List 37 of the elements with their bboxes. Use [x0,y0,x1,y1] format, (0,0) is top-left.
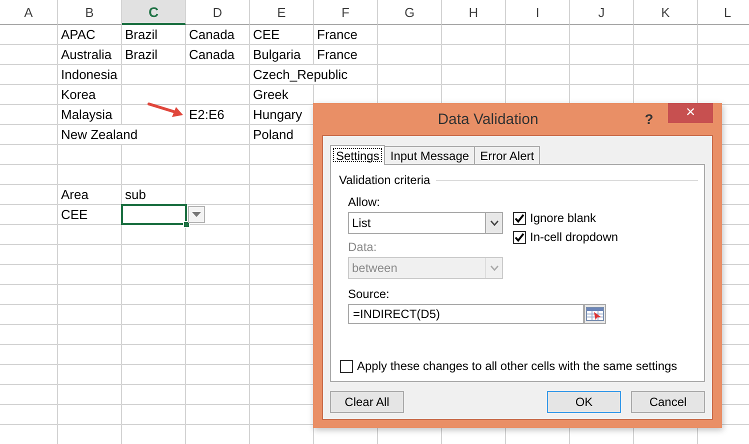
column-header[interactable]: J [570,0,634,25]
column-header[interactable]: L [698,0,749,25]
field-label: Allow: [348,195,382,209]
column-header[interactable]: H [442,0,506,25]
checkbox[interactable] [513,230,526,244]
tab[interactable]: Settings [330,145,386,165]
column-header[interactable]: K [634,0,698,25]
allow-dropdown[interactable]: List [348,212,503,234]
field-label: Source: [348,287,390,301]
help-button[interactable]: ? [634,111,664,127]
range-select-button[interactable] [584,304,606,324]
caret-icon [490,265,498,271]
group-title: Validation criteria [339,173,430,187]
checkbox[interactable] [513,212,526,224]
source-field[interactable]: =INDIRECT(D5) [348,304,584,324]
dropdown-button[interactable] [188,206,205,223]
window-title: Data Validation [436,110,540,128]
table-icon [586,307,604,321]
column-header[interactable]: I [506,0,570,25]
close-button[interactable]: × [668,103,713,123]
ok-button[interactable]: OK [547,391,621,413]
tab[interactable]: Input Message [384,146,476,164]
arrow [148,102,183,117]
cancel-button[interactable]: Cancel [631,391,705,413]
column-header[interactable]: A [0,0,58,25]
tab[interactable]: Error Alert [474,146,540,164]
clear-all-button[interactable]: Clear All [330,391,404,413]
checkbox-label[interactable]: Ignore blank [530,211,596,225]
checkbox-label[interactable]: Apply these changes to all other cells with the same settings [357,359,678,373]
checkbox-label[interactable]: In-cell dropdown [530,230,618,244]
field-label: Data: [348,240,378,254]
column-header[interactable]: G [378,0,442,25]
caret-icon [192,212,201,217]
checkbox[interactable] [340,360,353,372]
column-header[interactable]: C [122,0,186,25]
caret-icon [490,220,498,226]
fill-handle[interactable] [183,221,190,228]
